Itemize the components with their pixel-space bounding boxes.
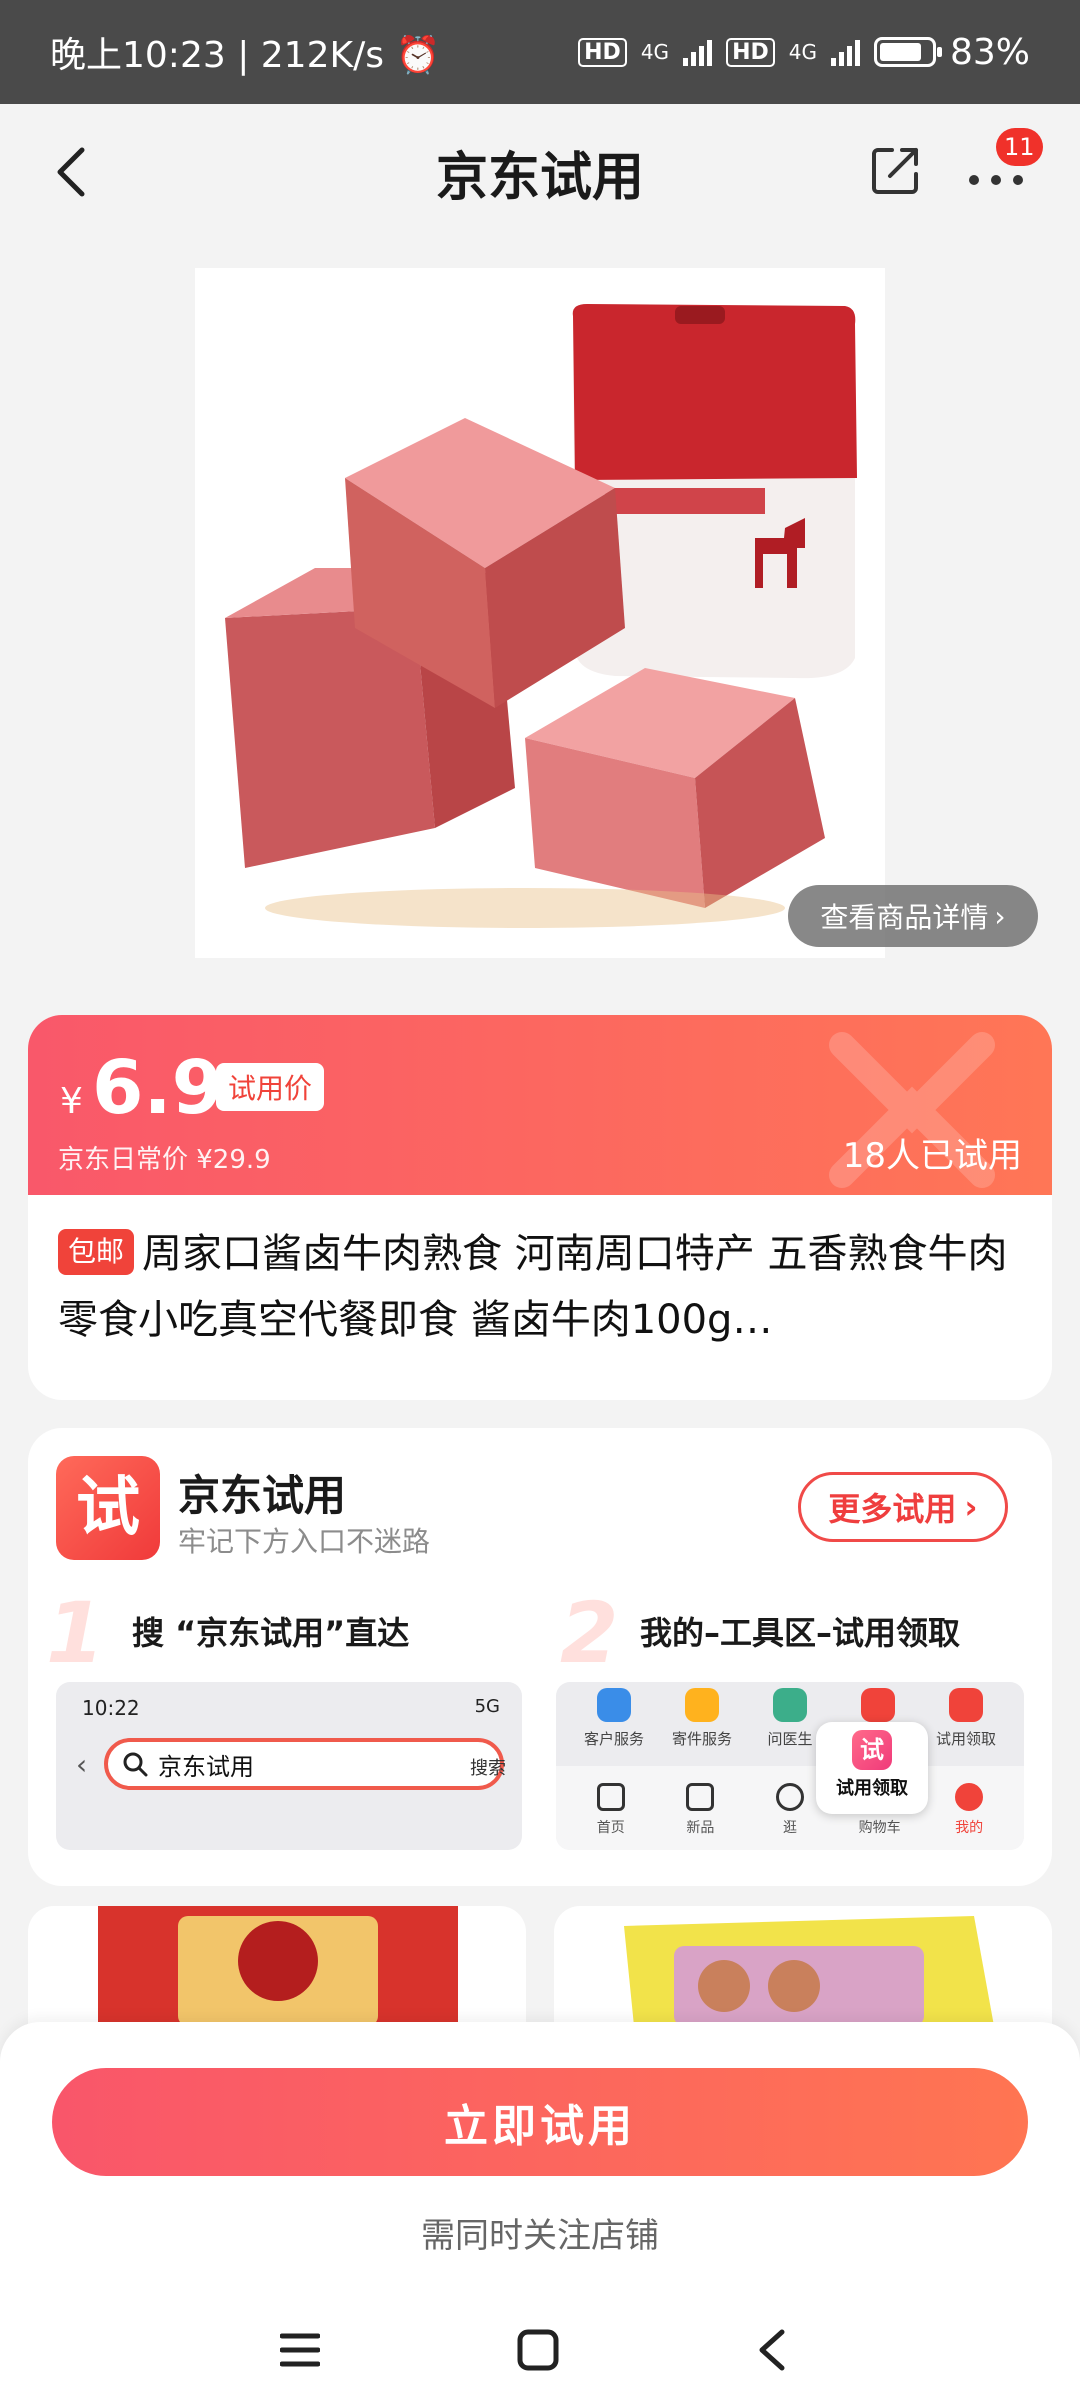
trial-price: 6.9 <box>92 1045 224 1131</box>
mock-search-box: 京东试用 <box>104 1738 504 1790</box>
hd-icon: HD <box>578 37 627 67</box>
mock-nav-mine: 我的 <box>929 1783 1009 1837</box>
trial-icon <box>949 1688 983 1722</box>
user-icon <box>955 1783 984 1811</box>
cube-icon <box>686 1783 715 1811</box>
more-trials-button[interactable]: 更多试用 › <box>798 1472 1008 1542</box>
alarm-icon: ⏰ <box>395 35 441 76</box>
view-details-label: 查看商品详情 <box>820 901 989 934</box>
mock-nav-new: 新品 <box>660 1783 740 1837</box>
search-icon <box>123 1752 148 1777</box>
beef-product-illustration <box>195 268 885 958</box>
status-right: HD 4G HD 4G 83% <box>578 32 1030 73</box>
status-bar: 晚上10:23 | 212K/s ⏰ HD 4G HD 4G 83% <box>0 0 1080 104</box>
product-card[interactable] <box>554 1906 1052 2026</box>
home-icon[interactable] <box>516 2328 560 2372</box>
promo-title: 京东试用 <box>178 1471 347 1520</box>
follow-store-note: 需同时关注店铺 <box>421 2216 659 2256</box>
price-card: ¥ 6.9 试用价 京东日常价 ¥29.9 18人已试用 包邮 周家口酱卤牛肉熟食… <box>28 1015 1052 1400</box>
tried-count: 18人已试用 <box>842 1136 1022 1176</box>
step-2-number: 2 <box>560 1584 619 1682</box>
my-tools-guide-screenshot: 客户服务 寄件服务 问医生 试用领取 首页 新品 逛 购物车 我的 试 试用领取 <box>556 1682 1024 1850</box>
trial-claim-callout: 试 试用领取 <box>816 1722 928 1814</box>
original-price: 京东日常价 ¥29.9 <box>58 1145 271 1175</box>
menu-icon[interactable] <box>280 2330 320 2370</box>
network-type: 4G <box>640 40 670 64</box>
mock-bottom-nav: 首页 新品 逛 购物车 我的 <box>556 1766 1024 1850</box>
trial-price-tag: 试用价 <box>216 1063 325 1111</box>
chevron-right-icon: › <box>964 1488 978 1526</box>
currency-symbol: ¥ <box>60 1081 83 1122</box>
system-nav-bar <box>0 2300 1080 2400</box>
mock-signal: 5G <box>474 1696 500 1717</box>
step-2-label: 我的–工具区–试用领取 <box>640 1614 961 1652</box>
battery-icon <box>873 37 942 67</box>
share-icon[interactable] <box>868 142 924 198</box>
network-speed: 212K/s <box>260 35 384 76</box>
step-1-label: 搜 “京东试用”直达 <box>132 1614 410 1652</box>
mock-search-text: 京东试用 <box>158 1752 254 1781</box>
top-bar: 京东试用 11 <box>0 104 1080 240</box>
mock-shipping-service: 寄件服务 <box>658 1688 746 1749</box>
home-icon <box>596 1783 625 1811</box>
hd-icon: HD <box>726 37 775 67</box>
trial-icon: 试 <box>852 1730 892 1770</box>
back-icon[interactable] <box>52 142 92 202</box>
promo-subtitle: 牢记下方入口不迷路 <box>178 1525 431 1558</box>
parcel-icon <box>685 1688 719 1722</box>
try-now-button[interactable]: 立即试用 <box>52 2068 1028 2176</box>
battery-level: 83% <box>949 31 1030 73</box>
product-card[interactable] <box>28 1906 526 2026</box>
chevron-left-icon: ‹ <box>76 1748 88 1781</box>
view-details-button[interactable]: 查看商品详情 › <box>788 885 1038 947</box>
mock-search-button: 搜索 <box>470 1758 506 1779</box>
chevron-right-icon: › <box>994 899 1006 933</box>
callout-label: 试用领取 <box>836 1778 908 1799</box>
browse-icon <box>775 1783 804 1811</box>
product-image[interactable] <box>195 268 885 958</box>
more-trials-label: 更多试用 <box>828 1490 957 1528</box>
search-guide-screenshot: 10:22 5G ‹ 京东试用 搜索 <box>56 1682 522 1850</box>
free-shipping-badge: 包邮 <box>58 1229 135 1275</box>
price-header: ¥ 6.9 试用价 京东日常价 ¥29.9 18人已试用 <box>28 1015 1052 1195</box>
signal-icon <box>683 38 713 66</box>
doctor-icon <box>773 1688 807 1722</box>
mock-trial-claim: 试用领取 <box>922 1688 1010 1749</box>
product-thumbnail <box>624 1916 994 2026</box>
refresh-icon <box>861 1688 895 1722</box>
page-title: 京东试用 <box>435 147 644 208</box>
mock-nav-home: 首页 <box>571 1783 651 1837</box>
product-title: 包邮 周家口酱卤牛肉熟食 河南周口特产 五香熟食牛肉零食小吃真空代餐即食 酱卤牛肉… <box>28 1195 1052 1400</box>
signal-icon <box>830 38 860 66</box>
product-thumbnail <box>98 1906 458 2026</box>
network-type: 4G <box>788 40 817 64</box>
notification-badge: 11 <box>996 128 1043 166</box>
back-icon[interactable] <box>756 2328 786 2372</box>
trial-promo-card: 试 京东试用 牢记下方入口不迷路 更多试用 › 1 搜 “京东试用”直达 10:… <box>28 1428 1052 1886</box>
mock-clock: 10:22 <box>82 1696 140 1720</box>
mock-tool-icons: 客户服务 寄件服务 问医生 试用领取 <box>556 1688 1024 1749</box>
product-title-text: 周家口酱卤牛肉熟食 河南周口特产 五香熟食牛肉零食小吃真空代餐即食 酱卤牛肉10… <box>58 1231 1008 1343</box>
clock: 晚上10:23 <box>50 35 226 76</box>
mock-customer-service: 客户服务 <box>570 1688 658 1749</box>
status-left: 晚上10:23 | 212K/s ⏰ <box>50 35 441 76</box>
headset-icon <box>597 1688 631 1722</box>
jd-trial-logo-icon: 试 <box>56 1456 160 1560</box>
step-1-number: 1 <box>46 1584 105 1682</box>
